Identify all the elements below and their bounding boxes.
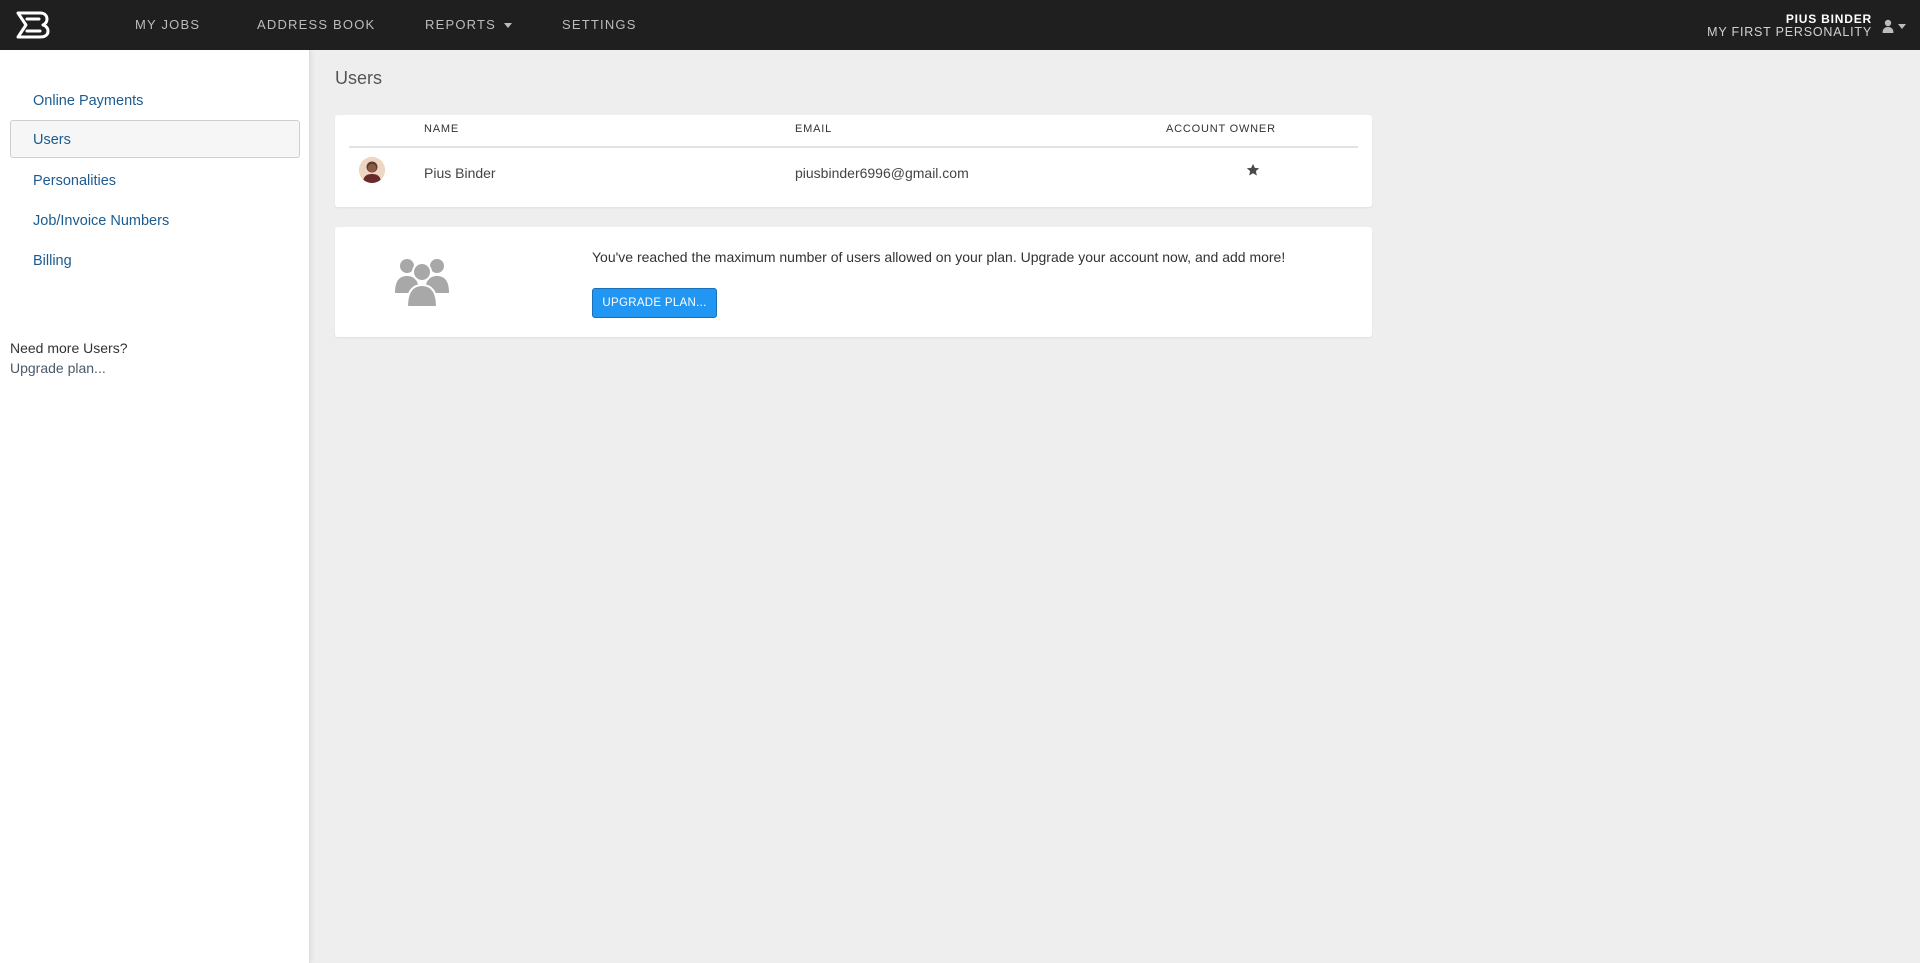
plan-limit-message: You've reached the maximum number of use… [592,249,1286,265]
sidebar-item-label: Users [33,132,71,148]
upgrade-plan-link[interactable]: Upgrade plan... [10,360,106,376]
nav-reports[interactable]: REPORTS [425,0,513,50]
sidebar-item-label: Online Payments [33,93,144,109]
nav-settings[interactable]: SETTINGS [562,0,637,50]
page-title: Users [335,68,383,88]
nav-address-book[interactable]: ADDRESS BOOK [257,0,375,50]
column-header-email: EMAIL [795,123,833,135]
brand-logo-icon[interactable] [14,10,50,40]
chevron-down-icon [1898,23,1906,29]
upgrade-panel: You've reached the maximum number of use… [335,227,1372,337]
column-header-name: NAME [424,123,459,135]
header-divider [349,146,1358,148]
sidebar-item-label: Personalities [33,173,117,189]
users-group-icon [395,259,449,307]
sidebar-item-job-invoice-numbers[interactable]: Job/Invoice Numbers [10,201,300,239]
sidebar-item-label: Billing [33,253,72,269]
user-email-cell: piusbinder6996@gmail.com [795,165,969,181]
nav-reports-label: REPORTS [425,17,497,32]
sidebar-item-online-payments[interactable]: Online Payments [10,81,300,119]
sidebar-item-personalities[interactable]: Personalities [10,161,300,199]
column-header-account-owner: ACCOUNT OWNER [1166,123,1276,135]
nav-my-jobs[interactable]: MY JOBS [135,0,200,50]
need-more-users-note: Need more Users? [10,340,128,356]
users-table: NAME EMAIL ACCOUNT OWNER Pius Binder piu… [335,115,1372,207]
nav-my-jobs-label: MY JOBS [135,17,201,32]
sidebar-item-users[interactable]: Users [10,120,300,158]
chevron-down-icon [504,23,513,29]
nav-settings-label: SETTINGS [562,17,637,32]
upgrade-plan-button[interactable]: UPGRADE PLAN... [592,288,717,318]
user-menu[interactable]: PIUS BINDER MY FIRST PERSONALITY [1707,12,1906,40]
star-icon [1246,163,1260,176]
sidebar-item-billing[interactable]: Billing [10,241,300,279]
nav-address-book-label: ADDRESS BOOK [257,17,376,32]
settings-sidebar: Online Payments Users Personalities Job/… [0,50,310,963]
user-name-cell: Pius Binder [424,165,496,181]
sidebar-item-label: Job/Invoice Numbers [33,213,170,229]
user-icon [1882,19,1894,33]
user-info: PIUS BINDER MY FIRST PERSONALITY [1707,13,1872,39]
top-navbar: MY JOBS ADDRESS BOOK REPORTS SETTINGS PI… [0,0,1920,50]
avatar [359,157,385,183]
user-personality: MY FIRST PERSONALITY [1707,25,1872,39]
user-avatar-icon [359,157,385,183]
